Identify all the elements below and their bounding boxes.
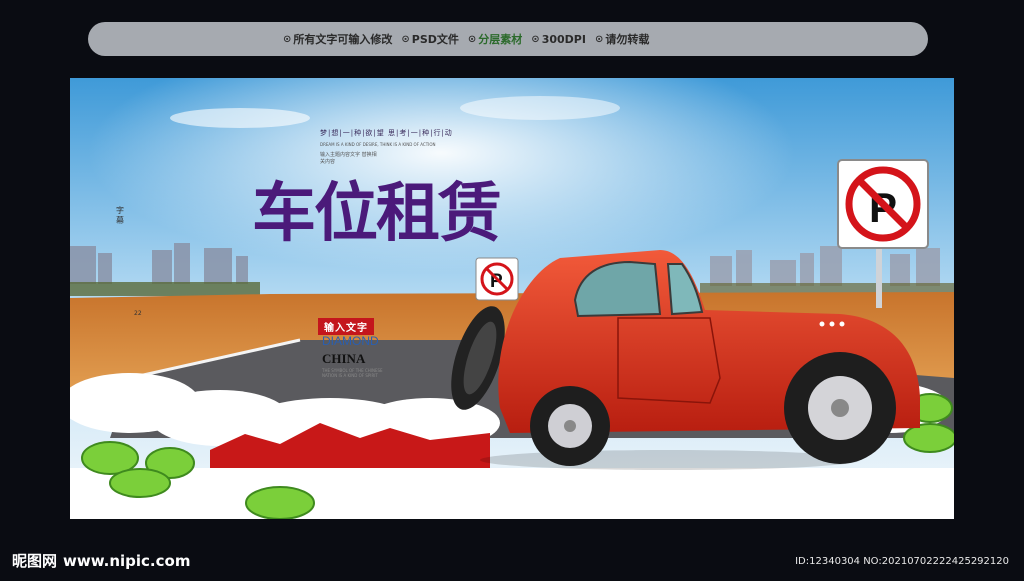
info-tag-dpi: ⊙ 300DPI: [531, 32, 586, 46]
poster-image: P P: [70, 78, 954, 519]
no-parking-sign-small: P: [475, 257, 519, 301]
poster-title: 车位租赁: [252, 176, 502, 251]
fine-print: THE SYMBOL OF THE CHINESE NATION IS A KI…: [322, 368, 383, 378]
info-tag-psd: ⊙ PSD文件: [401, 33, 459, 46]
circle-dot-icon: ⊙: [594, 33, 604, 45]
info-tag-editable: ⊙ 所有文字可输入修改: [283, 33, 393, 46]
info-bar: ⊙ 所有文字可输入修改 ⊙ PSD文件 ⊙ 分层素材 ⊙ 300DPI ⊙ 请勿转载: [88, 22, 928, 56]
circle-dot-icon: ⊙: [401, 33, 410, 45]
circle-dot-icon: ⊙: [531, 33, 540, 45]
slogan-english: DREAM IS A KIND OF DESIRE, THINK IS A KI…: [320, 142, 436, 147]
logo-text: 昵图网: [12, 552, 58, 570]
slogan-text: 梦|想|一|种|欲|望 思|考|一|种|行|动: [320, 129, 453, 137]
vertical-text: 字 幕: [116, 206, 124, 225]
image-id-text: ID:12340304 NO:20210702222425292120: [795, 556, 1009, 567]
diamond-text: DIAMOND: [322, 334, 379, 348]
site-url: www.nipic.com: [63, 552, 191, 570]
circle-dot-icon: ⊙: [283, 33, 292, 45]
china-text: CHINA: [322, 351, 366, 366]
circle-dot-icon: ⊙: [467, 33, 477, 45]
info-tag-no-repost: ⊙ 请勿转载: [594, 33, 650, 46]
red-tag-label: 输入文字: [318, 318, 374, 335]
subtitle-small-text: 输入主题内容文字 替换相关内容: [320, 152, 377, 165]
vertical-number: 22: [134, 310, 142, 317]
site-logo[interactable]: 昵图网 www.nipic.com: [12, 550, 190, 571]
poster-artwork: P P: [70, 78, 954, 519]
info-tag-layers: ⊙ 分层素材: [467, 33, 523, 46]
